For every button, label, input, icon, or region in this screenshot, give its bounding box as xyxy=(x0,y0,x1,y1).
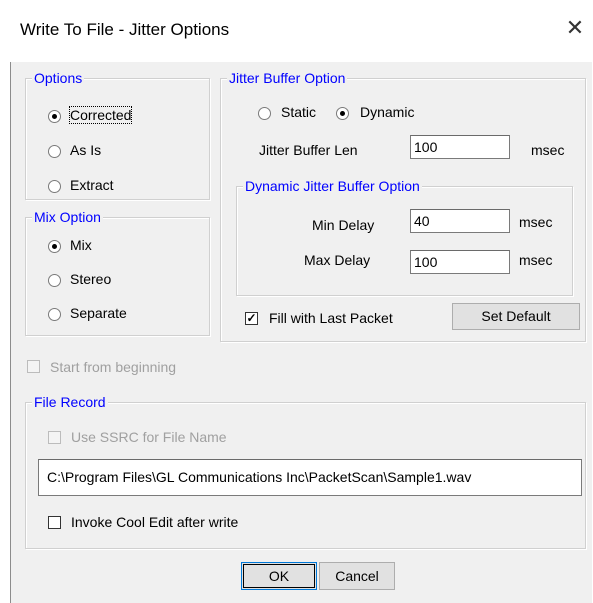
mix-radio[interactable] xyxy=(48,240,61,253)
file-record-group: File Record Use SSRC for File Name C:\Pr… xyxy=(25,394,586,549)
start-from-beginning-label: Start from beginning xyxy=(50,359,177,375)
static-radio[interactable] xyxy=(258,107,271,120)
jitter-buffer-len-unit: msec xyxy=(531,142,565,158)
file-record-group-legend: File Record xyxy=(32,394,108,410)
invoke-cool-edit-label[interactable]: Invoke Cool Edit after write xyxy=(71,514,238,530)
min-delay-unit: msec xyxy=(519,214,553,230)
max-delay-label: Max Delay xyxy=(304,252,371,268)
max-delay-input[interactable]: 100 xyxy=(410,250,510,274)
separate-radio-label[interactable]: Separate xyxy=(70,305,127,321)
jitter-buffer-group: Jitter Buffer Option Static Dynamic Jitt… xyxy=(220,70,586,342)
as-is-radio[interactable] xyxy=(48,145,61,158)
min-delay-label: Min Delay xyxy=(312,217,375,233)
cancel-button[interactable]: Cancel xyxy=(319,562,395,590)
options-group: Options Corrected As Is Extract xyxy=(25,70,210,200)
extract-radio-label[interactable]: Extract xyxy=(70,177,114,193)
set-default-button[interactable]: Set Default xyxy=(452,303,580,330)
use-ssrc-label: Use SSRC for File Name xyxy=(71,429,227,445)
dialog-left-edge xyxy=(10,62,11,603)
dynamic-jitter-buffer-group-legend: Dynamic Jitter Buffer Option xyxy=(243,178,422,194)
stereo-radio[interactable] xyxy=(48,274,61,287)
close-icon[interactable]: ✕ xyxy=(562,15,588,41)
start-from-beginning-checkbox[interactable] xyxy=(27,360,40,373)
static-radio-label[interactable]: Static xyxy=(281,104,316,120)
ok-button-label: OK xyxy=(268,568,290,584)
jitter-buffer-len-label: Jitter Buffer Len xyxy=(259,142,358,158)
dialog-client-area: Options Corrected As Is Extract Mix Opti… xyxy=(10,62,592,603)
fill-with-last-packet-label[interactable]: Fill with Last Packet xyxy=(269,310,393,326)
dynamic-radio[interactable] xyxy=(336,107,349,120)
extract-radio[interactable] xyxy=(48,180,61,193)
jitter-buffer-len-input[interactable]: 100 xyxy=(410,135,510,159)
separate-radio[interactable] xyxy=(48,308,61,321)
ok-button[interactable]: OK xyxy=(241,562,317,590)
use-ssrc-checkbox[interactable] xyxy=(48,431,61,444)
max-delay-unit: msec xyxy=(519,252,553,268)
dynamic-jitter-buffer-group: Dynamic Jitter Buffer Option Min Delay 4… xyxy=(236,178,573,296)
window-title: Write To File - Jitter Options xyxy=(20,20,230,39)
mix-option-group-legend: Mix Option xyxy=(32,209,103,225)
stereo-radio-label[interactable]: Stereo xyxy=(70,271,111,287)
corrected-radio-label[interactable]: Corrected xyxy=(68,106,133,124)
fill-with-last-packet-checkbox[interactable]: ✓ xyxy=(245,312,258,325)
as-is-radio-label[interactable]: As Is xyxy=(70,142,101,158)
jitter-buffer-group-legend: Jitter Buffer Option xyxy=(227,70,348,86)
dynamic-radio-label[interactable]: Dynamic xyxy=(360,104,414,120)
mix-option-group: Mix Option Mix Stereo Separate xyxy=(25,209,210,336)
file-path-input[interactable]: C:\Program Files\GL Communications Inc\P… xyxy=(38,459,582,496)
corrected-radio[interactable] xyxy=(48,110,61,123)
min-delay-input[interactable]: 40 xyxy=(410,209,510,233)
invoke-cool-edit-checkbox[interactable] xyxy=(48,516,61,529)
options-group-legend: Options xyxy=(32,70,85,86)
mix-radio-label[interactable]: Mix xyxy=(70,237,92,253)
